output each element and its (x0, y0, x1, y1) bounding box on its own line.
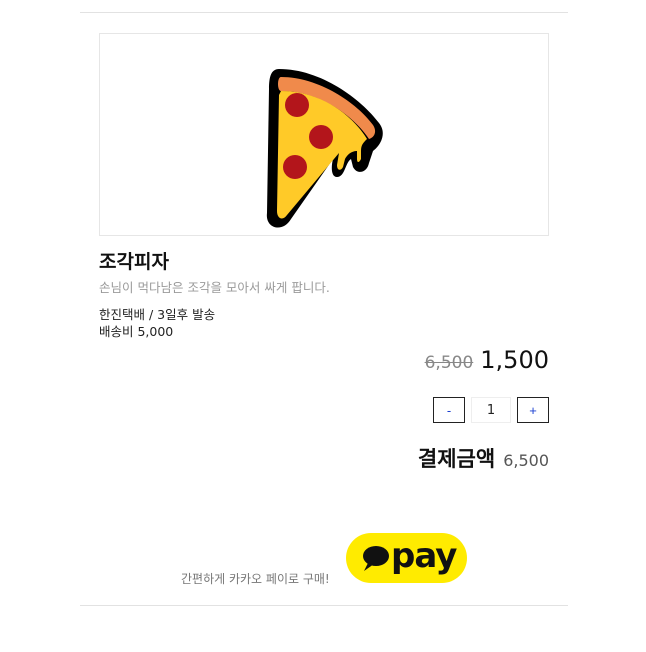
kakao-pay-button[interactable]: pay (346, 533, 467, 583)
top-divider (80, 12, 568, 13)
product-description: 손님이 먹다남은 조각을 모아서 싸게 팝니다. (99, 280, 330, 295)
product-image (99, 33, 549, 236)
increase-quantity-button[interactable]: + (517, 397, 549, 423)
speech-bubble-icon (363, 546, 389, 571)
decrease-quantity-button[interactable]: - (433, 397, 465, 423)
product-card: 조각피자 손님이 먹다남은 조각을 모아서 싸게 팝니다. 한진택배 / 3일후… (99, 33, 549, 471)
total-row: 결제금액 6,500 (418, 443, 549, 473)
shipping-info: 한진택배 / 3일후 발송 (99, 307, 216, 322)
product-title: 조각피자 (99, 251, 169, 273)
bottom-divider (80, 605, 568, 606)
original-price: 6,500 (424, 353, 474, 373)
quantity-stepper: - + (433, 397, 549, 423)
sale-price: 1,500 (480, 346, 549, 374)
pizza-slice-icon (266, 69, 383, 228)
shipping-fee: 배송비 5,000 (99, 324, 174, 339)
price-row: 6,500 1,500 (425, 346, 549, 374)
total-amount: 6,500 (503, 451, 549, 470)
pay-label: pay (391, 536, 457, 576)
quantity-input[interactable] (471, 397, 511, 423)
total-label: 결제금액 (417, 447, 496, 471)
payment-caption: 간편하게 카카오 페이로 구매! (181, 572, 330, 586)
